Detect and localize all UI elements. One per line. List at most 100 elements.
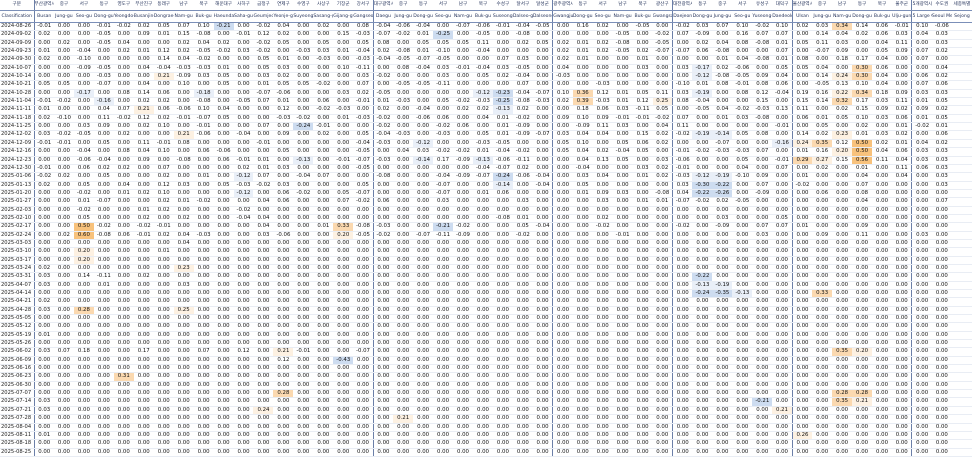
value-cell: 0.01 — [492, 122, 513, 132]
value-cell: -0.01 — [193, 122, 214, 132]
value-cell: 0.02 — [592, 39, 613, 49]
value-cell: -0.02 — [433, 147, 454, 157]
value-cell: -0.01 — [313, 122, 334, 132]
value-cell: -0.05 — [512, 64, 533, 74]
value-cell: 0.00 — [492, 439, 513, 449]
column-header-ko: 남구 — [173, 0, 194, 11]
value-cell: 0.00 — [772, 389, 793, 399]
row-date-cell: 2025-03-10 — [0, 247, 34, 257]
value-cell: 0.00 — [133, 372, 154, 382]
value-cell: 0.33 — [333, 222, 354, 232]
value-cell: 0.34 — [832, 22, 853, 32]
value-cell: 0.01 — [911, 97, 932, 107]
value-cell: -0.07 — [472, 172, 493, 182]
value-cell — [951, 381, 972, 391]
value-cell: 0.15 — [832, 156, 853, 165]
value-cell: 0.00 — [552, 80, 573, 90]
value-cell: 0.00 — [552, 122, 573, 132]
value-cell: 0.02 — [133, 97, 154, 107]
column-header-en: Suseong-gu — [492, 10, 513, 23]
value-cell: -0.02 — [53, 97, 74, 107]
value-cell: 0.21 — [153, 72, 174, 82]
value-cell: 0.00 — [372, 347, 394, 357]
value-cell: 0.00 — [213, 197, 234, 207]
value-cell: 0.02 — [372, 105, 394, 115]
value-cell: -0.01 — [33, 97, 54, 107]
value-cell: 0.00 — [273, 322, 294, 332]
value-cell: 0.00 — [193, 281, 214, 291]
value-cell: 0.00 — [113, 80, 134, 90]
value-cell: 0.00 — [472, 281, 493, 291]
value-cell: 0.00 — [353, 264, 374, 274]
value-cell: 0.00 — [153, 80, 174, 90]
value-cell: 0.04 — [93, 105, 114, 115]
column-header-ko: 대구광역시 — [372, 0, 394, 11]
value-cell: 0.00 — [832, 214, 853, 224]
value-cell: -0.05 — [353, 231, 374, 240]
value-cell: 0.00 — [453, 389, 473, 399]
value-cell: 0.00 — [832, 381, 853, 391]
value-cell: 0.00 — [572, 356, 593, 366]
value-cell: 0.00 — [572, 80, 593, 90]
value-cell: -0.06 — [672, 156, 693, 165]
value-cell: 0.00 — [672, 406, 693, 416]
value-cell: 0.00 — [413, 364, 434, 374]
value-cell: 0.00 — [133, 314, 154, 324]
value-cell: 0.03 — [931, 147, 952, 157]
value-cell: 0.00 — [213, 297, 234, 307]
value-cell: 0.00 — [472, 181, 493, 190]
value-cell: 0.00 — [772, 231, 793, 240]
value-cell: 0.00 — [732, 439, 753, 449]
value-cell: 0.09 — [852, 222, 873, 232]
value-cell: 0.00 — [233, 389, 254, 399]
value-cell: 0.00 — [333, 97, 354, 107]
value-cell: -0.02 — [253, 181, 274, 190]
value-cell: 0.04 — [891, 156, 912, 165]
value-cell: 0.00 — [532, 339, 553, 349]
value-cell: 0.00 — [572, 448, 593, 457]
value-cell: 0.00 — [333, 164, 354, 174]
value-cell: 0.00 — [492, 239, 513, 249]
value-cell: 0.00 — [33, 372, 54, 382]
value-cell: 0.00 — [273, 397, 294, 407]
value-cell: 0.00 — [872, 331, 892, 341]
value-cell: 0.00 — [911, 372, 932, 382]
value-cell: 0.00 — [93, 439, 114, 449]
value-cell: 0.00 — [313, 64, 334, 74]
value-cell: 0.00 — [333, 122, 354, 132]
value-cell: 0.13 — [772, 105, 793, 115]
table-row: 2024-12-23 0.00 0.00 -0.06 -0.04 0.00 0.09 0.00… — [0, 156, 972, 165]
value-cell: 0.00 — [652, 331, 673, 341]
value-cell: 0.00 — [832, 239, 853, 249]
value-cell: 0.00 — [153, 372, 174, 382]
value-cell: 0.15 — [173, 30, 194, 40]
value-cell: -0.05 — [393, 55, 414, 65]
value-cell — [951, 322, 972, 332]
value-cell: 0.00 — [712, 97, 733, 107]
value-cell: 0.00 — [732, 372, 753, 382]
value-cell: 0.00 — [33, 414, 54, 424]
value-cell: 0.00 — [612, 256, 633, 265]
value-cell: -0.05 — [492, 139, 513, 149]
value-cell: 0.00 — [393, 314, 414, 324]
value-cell: -0.12 — [413, 139, 434, 149]
value-cell: 0.00 — [173, 97, 194, 107]
value-cell: -0.04 — [612, 147, 633, 157]
value-cell: 0.14 — [812, 97, 833, 107]
value-cell: 0.00 — [692, 247, 713, 257]
value-cell: 0.00 — [592, 181, 613, 190]
value-cell: 0.00 — [93, 297, 114, 307]
value-cell: 0.00 — [791, 414, 813, 424]
value-cell: 0.15 — [333, 30, 354, 40]
value-cell: 0.06 — [891, 147, 912, 157]
value-cell: 0.00 — [73, 30, 94, 40]
value-cell: 0.00 — [791, 272, 813, 282]
value-cell: 0.28 — [832, 389, 853, 399]
value-cell: 0.01 — [652, 197, 673, 207]
value-cell: -0.02 — [672, 130, 693, 140]
value-cell: 0.04 — [273, 22, 294, 32]
value-cell: 0.00 — [253, 339, 274, 349]
value-cell: 0.00 — [552, 172, 573, 182]
value-cell: 0.00 — [333, 414, 354, 424]
value-cell: 0.00 — [33, 222, 54, 232]
